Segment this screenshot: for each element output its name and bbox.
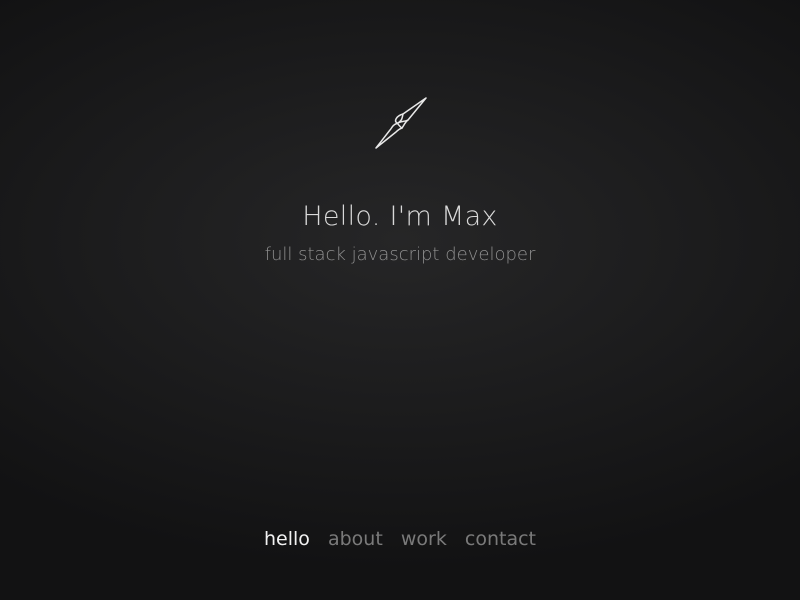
nav-link-work[interactable]: work: [401, 526, 447, 552]
hero-title: Hello. I'm Max: [302, 201, 498, 232]
nav-link-contact[interactable]: contact: [465, 526, 536, 552]
compass-needle-icon: [370, 94, 430, 154]
main-navigation: hello about work contact: [0, 526, 800, 552]
nav-link-about[interactable]: about: [328, 526, 383, 552]
hero-subtitle: full stack javascript developer: [264, 244, 536, 265]
landing-page: Hello. I'm Max full stack javascript dev…: [0, 0, 800, 600]
nav-link-hello[interactable]: hello: [264, 526, 310, 552]
